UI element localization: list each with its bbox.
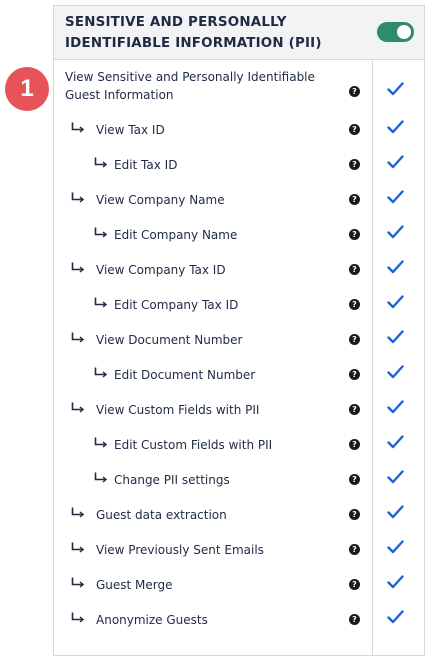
pii-permissions-panel: SENSITIVE AND PERSONALLY IDENTIFIABLE IN… <box>53 5 425 656</box>
permission-row: Anonymize Guests? <box>54 603 404 638</box>
permission-label: View Company Tax ID <box>96 263 226 277</box>
help-icon[interactable]: ? <box>349 299 360 310</box>
sub-arrow-icon <box>71 262 84 273</box>
permission-row: Edit Company Name? <box>54 218 404 253</box>
permission-label: Change PII settings <box>114 473 230 487</box>
permission-label: Guest Merge <box>96 578 173 592</box>
permission-row: Edit Tax ID? <box>54 148 404 183</box>
sub-arrow-icon <box>71 612 84 623</box>
help-icon[interactable]: ? <box>349 474 360 485</box>
check-icon[interactable] <box>387 120 404 134</box>
column-divider <box>372 59 373 655</box>
permission-label: View Previously Sent Emails <box>96 543 264 557</box>
sub-arrow-icon <box>94 472 107 483</box>
permission-label: View Tax ID <box>96 123 165 137</box>
permission-label: Edit Tax ID <box>114 158 178 172</box>
permission-label: Edit Company Tax ID <box>114 298 239 312</box>
permission-row: View Document Number? <box>54 323 404 358</box>
permission-row: Guest data extraction? <box>54 498 404 533</box>
permission-row: View Sensitive and Personally Identifiab… <box>54 59 404 113</box>
permission-row: View Tax ID? <box>54 113 404 148</box>
check-icon[interactable] <box>387 400 404 414</box>
section-header: SENSITIVE AND PERSONALLY IDENTIFIABLE IN… <box>54 6 424 60</box>
help-icon[interactable]: ? <box>349 509 360 520</box>
permission-row: View Custom Fields with PII? <box>54 393 404 428</box>
check-icon[interactable] <box>387 575 404 589</box>
check-icon[interactable] <box>387 295 404 309</box>
permission-label: Edit Company Name <box>114 228 238 242</box>
check-icon[interactable] <box>387 190 404 204</box>
sub-arrow-icon <box>71 332 84 343</box>
sub-arrow-icon <box>71 192 84 203</box>
sub-arrow-icon <box>94 437 107 448</box>
help-icon[interactable]: ? <box>349 404 360 415</box>
help-icon[interactable]: ? <box>349 579 360 590</box>
sub-arrow-icon <box>71 122 84 133</box>
permission-row: Edit Company Tax ID? <box>54 288 404 323</box>
pii-toggle[interactable] <box>377 22 414 42</box>
check-icon[interactable] <box>387 435 404 449</box>
help-icon[interactable]: ? <box>349 264 360 275</box>
permission-row: View Company Name? <box>54 183 404 218</box>
help-icon[interactable]: ? <box>349 439 360 450</box>
check-icon[interactable] <box>387 365 404 379</box>
permission-label: Edit Custom Fields with PII <box>114 438 273 452</box>
check-icon[interactable] <box>387 610 404 624</box>
check-icon[interactable] <box>387 155 404 169</box>
toggle-knob <box>397 25 411 39</box>
help-icon[interactable]: ? <box>349 614 360 625</box>
sub-arrow-icon <box>94 157 107 168</box>
check-icon[interactable] <box>387 330 404 344</box>
check-icon[interactable] <box>387 82 404 96</box>
permission-label: View Document Number <box>96 333 243 347</box>
permission-label: View Company Name <box>96 193 225 207</box>
permission-label: Guest data extraction <box>96 508 227 522</box>
help-icon[interactable]: ? <box>349 334 360 345</box>
help-icon[interactable]: ? <box>349 229 360 240</box>
help-icon[interactable]: ? <box>349 369 360 380</box>
sub-arrow-icon <box>94 227 107 238</box>
permission-row: Edit Document Number? <box>54 358 404 393</box>
sub-arrow-icon <box>71 542 84 553</box>
section-title: SENSITIVE AND PERSONALLY IDENTIFIABLE IN… <box>65 15 322 51</box>
permission-row: View Previously Sent Emails? <box>54 533 404 568</box>
sub-arrow-icon <box>94 367 107 378</box>
permission-label: View Custom Fields with PII <box>96 403 260 417</box>
check-icon[interactable] <box>387 470 404 484</box>
check-icon[interactable] <box>387 540 404 554</box>
permission-label: Anonymize Guests <box>96 613 208 627</box>
permission-row: Guest Merge? <box>54 568 404 603</box>
permission-label: Edit Document Number <box>114 368 256 382</box>
check-icon[interactable] <box>387 260 404 274</box>
check-icon[interactable] <box>387 225 404 239</box>
permission-row: Edit Custom Fields with PII? <box>54 428 404 463</box>
sub-arrow-icon <box>71 402 84 413</box>
help-icon[interactable]: ? <box>349 159 360 170</box>
help-icon[interactable]: ? <box>349 194 360 205</box>
permission-row: Change PII settings? <box>54 463 404 498</box>
sub-arrow-icon <box>71 507 84 518</box>
sub-arrow-icon <box>71 577 84 588</box>
help-icon[interactable]: ? <box>349 86 360 97</box>
sub-arrow-icon <box>94 297 107 308</box>
check-icon[interactable] <box>387 505 404 519</box>
help-icon[interactable]: ? <box>349 544 360 555</box>
step-badge: 1 <box>5 67 49 111</box>
help-icon[interactable]: ? <box>349 124 360 135</box>
permission-row: View Company Tax ID? <box>54 253 404 288</box>
permission-label: View Sensitive and Personally Identifiab… <box>65 70 315 102</box>
